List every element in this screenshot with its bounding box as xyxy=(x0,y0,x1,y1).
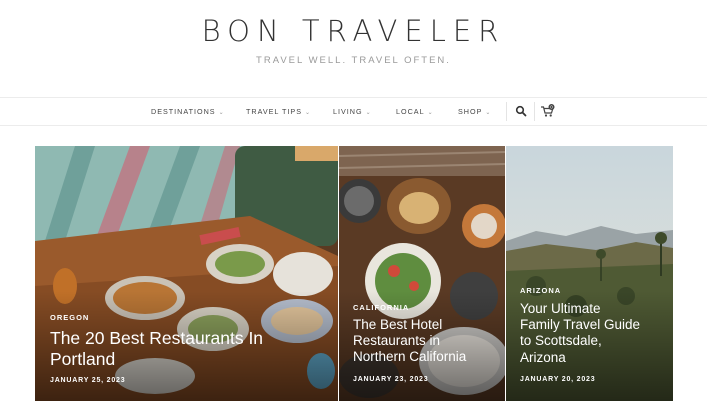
post-title-line: Restaurants in xyxy=(353,333,441,349)
post-title-line: Arizona xyxy=(520,349,566,365)
nav-item-living[interactable]: LIVING ⌄ xyxy=(333,98,372,125)
search-icon[interactable] xyxy=(515,105,527,117)
post-title-line: Family Travel Guide xyxy=(520,317,641,333)
nav-item-shop[interactable]: SHOP ⌄ xyxy=(458,98,491,125)
nav-item-label: LIVING xyxy=(333,107,363,116)
site-tagline: TRAVEL WELL. TRAVEL OFTEN. xyxy=(256,55,451,66)
chevron-down-icon: ⌄ xyxy=(427,110,434,116)
post-title-line: Northern California xyxy=(353,349,467,365)
post-title-line: Portland xyxy=(50,349,116,369)
post-title-link[interactable]: The Best Hotel Restaurants in Northern C… xyxy=(353,317,503,366)
nav-item-travel-tips[interactable]: TRAVEL TIPS ⌄ xyxy=(246,98,311,125)
post-date: JANUARY 25, 2023 xyxy=(50,377,126,384)
post-date: JANUARY 20, 2023 xyxy=(520,376,596,383)
post-card-arizona[interactable]: ARIZONA Your Ultimate Family Travel Guid… xyxy=(506,146,673,401)
nav-item-local[interactable]: LOCAL ⌄ xyxy=(396,98,434,125)
post-title-line: Your Ultimate xyxy=(520,301,601,316)
post-title-line: The Best Hotel xyxy=(353,317,443,332)
post-category-link[interactable]: ARIZONA xyxy=(520,286,561,295)
chevron-down-icon: ⌄ xyxy=(365,110,372,116)
nav-item-label: DESTINATIONS xyxy=(151,107,216,116)
nav-item-label: SHOP xyxy=(458,107,483,116)
chevron-down-icon: ⌄ xyxy=(305,110,312,116)
nav-divider xyxy=(506,102,507,121)
post-title-line: The 20 Best Restaurants In xyxy=(50,328,264,348)
post-title-link[interactable]: Your Ultimate Family Travel Guide to Sco… xyxy=(520,301,670,366)
main-nav: DESTINATIONS ⌄ TRAVEL TIPS ⌄ LIVING ⌄ LOCAL… xyxy=(0,97,707,126)
post-title-link[interactable]: The 20 Best Restaurants In Portland xyxy=(50,328,335,370)
cart-icon[interactable]: 0 xyxy=(540,104,556,118)
site-title[interactable]: BON TRAVELER xyxy=(0,14,707,48)
post-category-link[interactable]: OREGON xyxy=(50,313,89,322)
post-title-line: to Scottsdale, xyxy=(520,333,602,349)
featured-posts-grid: OREGON The 20 Best Restaurants In Portla… xyxy=(35,146,673,401)
post-date: JANUARY 23, 2023 xyxy=(353,376,429,383)
nav-item-label: TRAVEL TIPS xyxy=(246,107,303,116)
post-card-oregon[interactable]: OREGON The 20 Best Restaurants In Portla… xyxy=(35,146,338,401)
site-header: BON TRAVELER TRAVEL WELL. TRAVEL OFTEN. xyxy=(0,0,707,97)
nav-item-destinations[interactable]: DESTINATIONS ⌄ xyxy=(151,98,225,125)
chevron-down-icon: ⌄ xyxy=(485,110,492,116)
chevron-down-icon: ⌄ xyxy=(218,110,225,116)
post-card-california[interactable]: CALIFORNIA The Best Hotel Restaurants in… xyxy=(339,146,505,401)
nav-divider xyxy=(534,102,535,121)
post-category-link[interactable]: CALIFORNIA xyxy=(353,303,409,312)
nav-item-label: LOCAL xyxy=(396,107,425,116)
